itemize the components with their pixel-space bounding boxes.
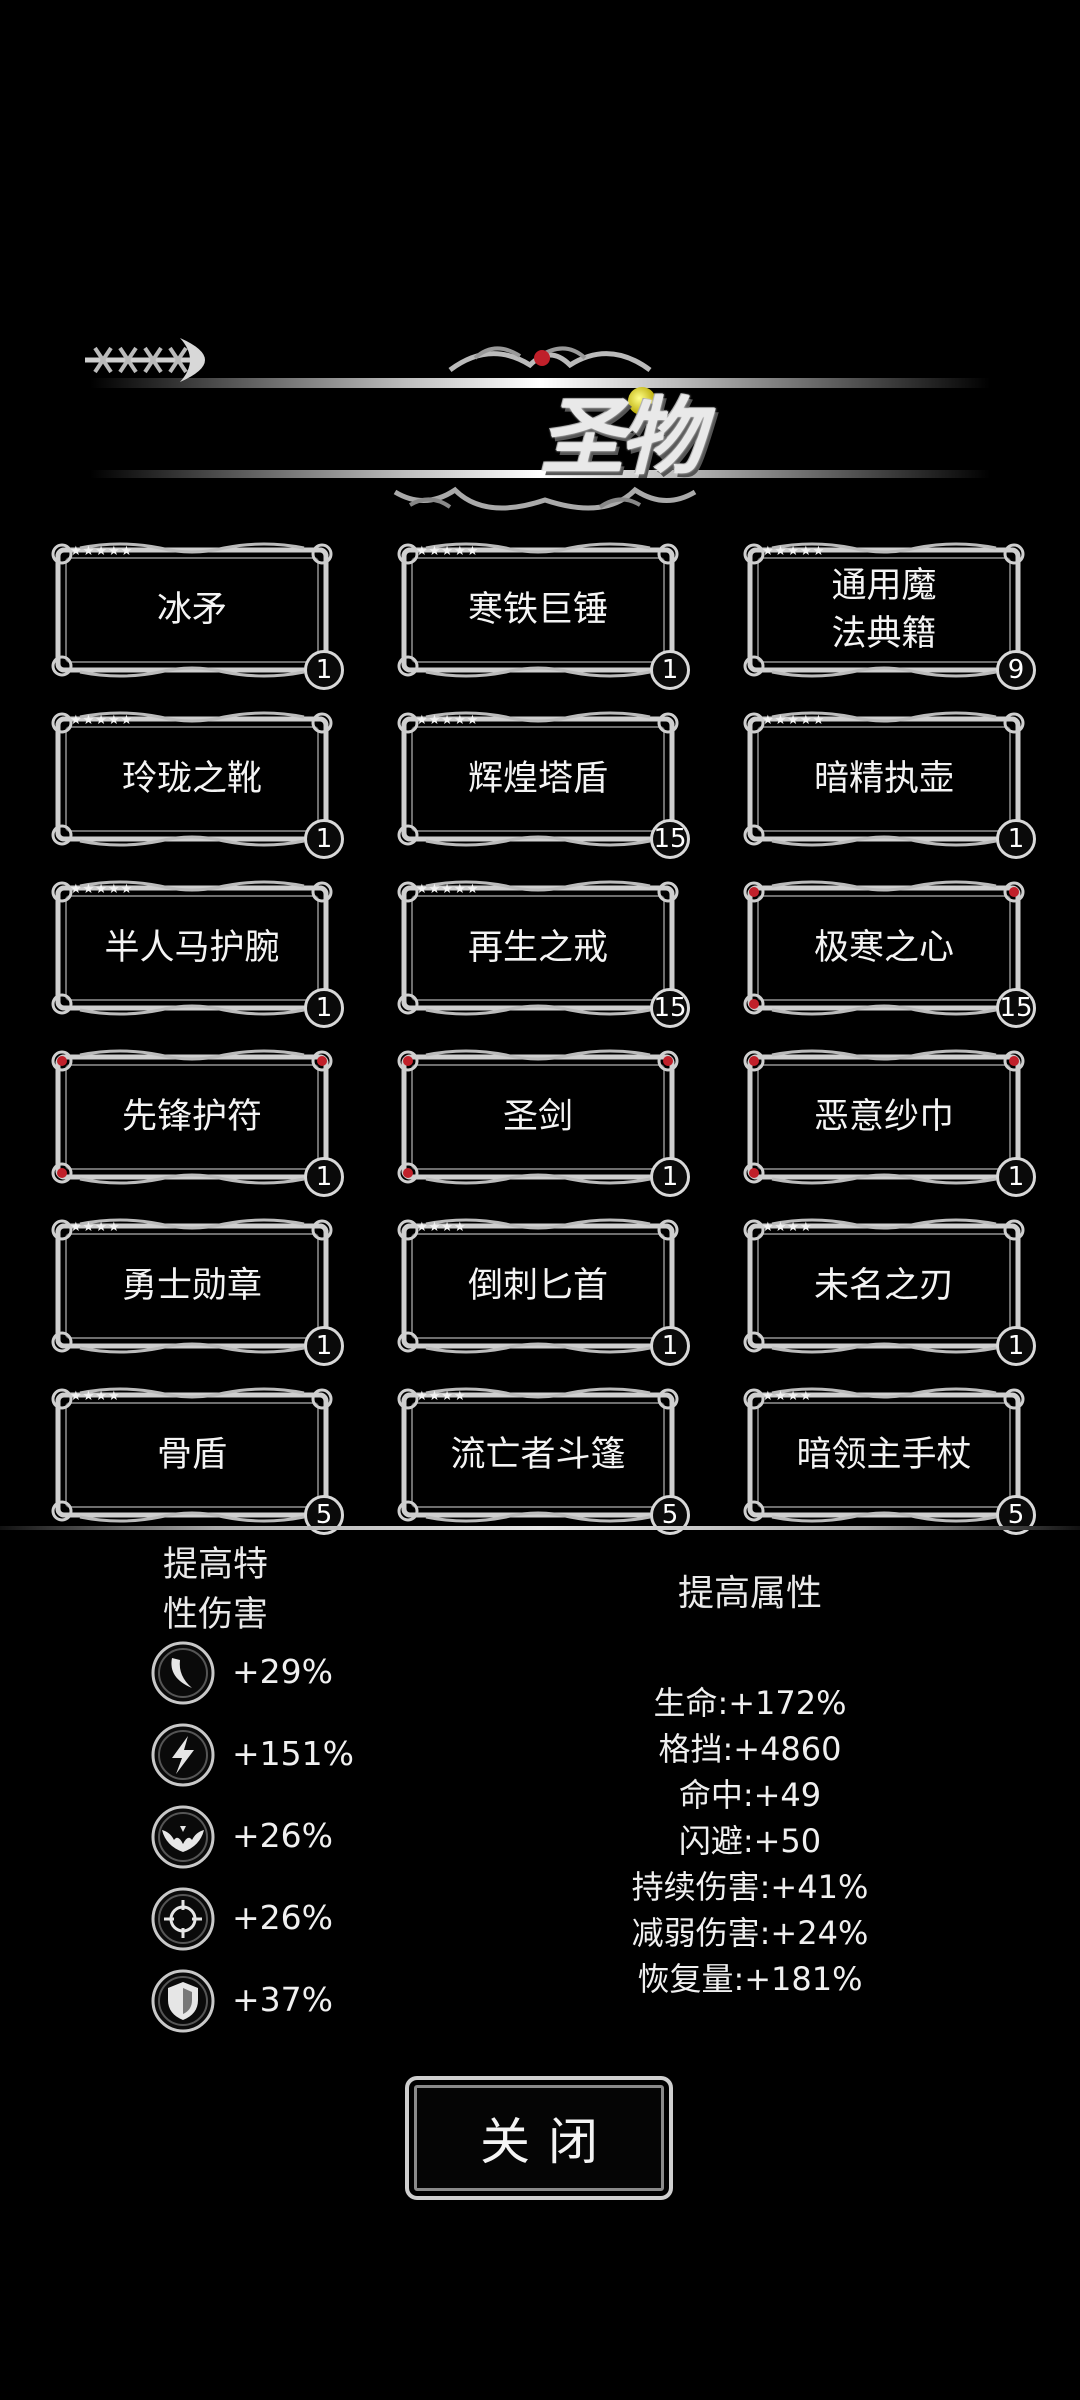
trait-value: +37% (232, 1980, 333, 2019)
close-button[interactable]: 关闭 (405, 2076, 673, 2200)
relic-name: 通用魔 法典籍 (831, 566, 937, 654)
relic-count-badge: 1 (304, 1326, 344, 1366)
relic-count-badge: 1 (996, 1326, 1036, 1366)
relic-name: 暗领主手杖 (796, 1435, 972, 1475)
attribute-row: 格挡:+4860 (658, 1730, 842, 1768)
attribute-heading: 提高属性 (677, 1573, 822, 1614)
relic-name: 辉煌塔盾 (467, 759, 608, 799)
relic-count-badge: 1 (650, 1326, 690, 1366)
attribute-row: 生命:+172% (653, 1684, 847, 1722)
trait-damage-heading: 提高特性伤害 (163, 1545, 269, 1635)
trait-row: +26% (150, 1886, 410, 1952)
relic-card[interactable]: 先锋护符 1 (50, 1047, 344, 1197)
trait-value: +26% (232, 1898, 333, 1937)
ornate-arrow-icon[interactable] (80, 330, 230, 390)
relic-count-badge: 1 (304, 1157, 344, 1197)
relic-count-badge: 15 (650, 988, 690, 1028)
relic-count-badge: 1 (650, 1157, 690, 1197)
relic-card[interactable]: ★★★★★ 冰矛 1 (50, 540, 344, 690)
relic-card[interactable]: ★★★★ 流亡者斗篷 5 (396, 1385, 690, 1535)
relic-count-badge: 9 (996, 650, 1036, 690)
relic-count-badge: 1 (304, 988, 344, 1028)
lightning-icon (151, 1723, 215, 1787)
trait-value: +151% (232, 1734, 354, 1773)
relic-card[interactable]: ★★★★ 未名之刃 1 (742, 1216, 1036, 1366)
relic-name: 倒刺匕首 (467, 1266, 608, 1306)
attribute-row: 命中:+49 (678, 1776, 822, 1814)
relic-card[interactable]: ★★★★★ 暗精执壶 1 (742, 709, 1036, 859)
relic-card[interactable]: ★★★★★ 辉煌塔盾 15 (396, 709, 690, 859)
trait-row: +26% (150, 1804, 410, 1870)
title-banner: 圣物 (80, 330, 1020, 530)
crosshair-icon (151, 1887, 215, 1951)
relic-card[interactable]: 圣剑 1 (396, 1047, 690, 1197)
trait-value: +26% (232, 1816, 333, 1855)
relic-card[interactable]: ★★★★★ 通用魔 法典籍 9 (742, 540, 1036, 690)
page-title: 圣物 (539, 387, 704, 486)
relic-name: 未名之刃 (813, 1266, 954, 1306)
relic-name: 圣剑 (502, 1097, 573, 1137)
relic-card[interactable]: ★★★★ 勇士勋章 1 (50, 1216, 344, 1366)
relic-name: 暗精执壶 (813, 759, 954, 799)
relic-name: 玲珑之靴 (121, 759, 262, 799)
attribute-row: 恢复量:+181% (637, 1960, 863, 1998)
relic-name: 极寒之心 (813, 928, 954, 968)
relic-card[interactable]: 极寒之心 15 (742, 878, 1036, 1028)
attribute-list: 生命:+172% 格挡:+4860 命中:+49 闪避:+50 持续伤害:+41… (550, 1680, 950, 2002)
relic-card[interactable]: ★★★★ 骨盾 5 (50, 1385, 344, 1535)
relic-name: 先锋护符 (121, 1097, 262, 1137)
trait-row: +29% (150, 1640, 410, 1706)
relic-card[interactable]: ★★★★ 暗领主手杖 5 (742, 1385, 1036, 1535)
relic-card[interactable]: ★★★★★ 半人马护腕 1 (50, 878, 344, 1028)
section-divider (0, 1526, 1080, 1530)
trait-value: +29% (232, 1652, 333, 1691)
relic-count-badge: 1 (996, 1157, 1036, 1197)
relic-card[interactable]: ★★★★★ 玲珑之靴 1 (50, 709, 344, 859)
attribute-row: 持续伤害:+41% (631, 1868, 869, 1906)
relic-name: 骨盾 (156, 1435, 227, 1475)
relic-count-badge: 15 (650, 819, 690, 859)
trait-row: +37% (150, 1968, 410, 2034)
relic-count-badge: 1 (996, 819, 1036, 859)
relic-card[interactable]: ★★★★★ 寒铁巨锤 1 (396, 540, 690, 690)
relic-name: 流亡者斗篷 (450, 1435, 626, 1475)
relic-count-badge: 1 (304, 650, 344, 690)
relic-name: 勇士勋章 (121, 1266, 262, 1306)
crescent-blade-icon (151, 1641, 215, 1705)
relic-name: 再生之戒 (467, 928, 608, 968)
bat-wing-icon (151, 1805, 215, 1869)
relic-name: 半人马护腕 (104, 928, 280, 968)
attribute-row: 闪避:+50 (678, 1822, 822, 1860)
relic-name: 冰矛 (156, 590, 227, 630)
relic-count-badge: 15 (996, 988, 1036, 1028)
relic-name: 恶意纱巾 (813, 1097, 954, 1137)
relic-card[interactable]: ★★★★★ 再生之戒 15 (396, 878, 690, 1028)
relic-count-badge: 1 (650, 650, 690, 690)
relic-card[interactable]: 恶意纱巾 1 (742, 1047, 1036, 1197)
relic-card[interactable]: ★★★★ 倒刺匕首 1 (396, 1216, 690, 1366)
relic-count-badge: 1 (304, 819, 344, 859)
shield-icon (151, 1969, 215, 2033)
attribute-row: 减弱伤害:+24% (631, 1914, 869, 1952)
trait-row: +151% (150, 1722, 410, 1788)
relic-name: 寒铁巨锤 (467, 590, 608, 630)
